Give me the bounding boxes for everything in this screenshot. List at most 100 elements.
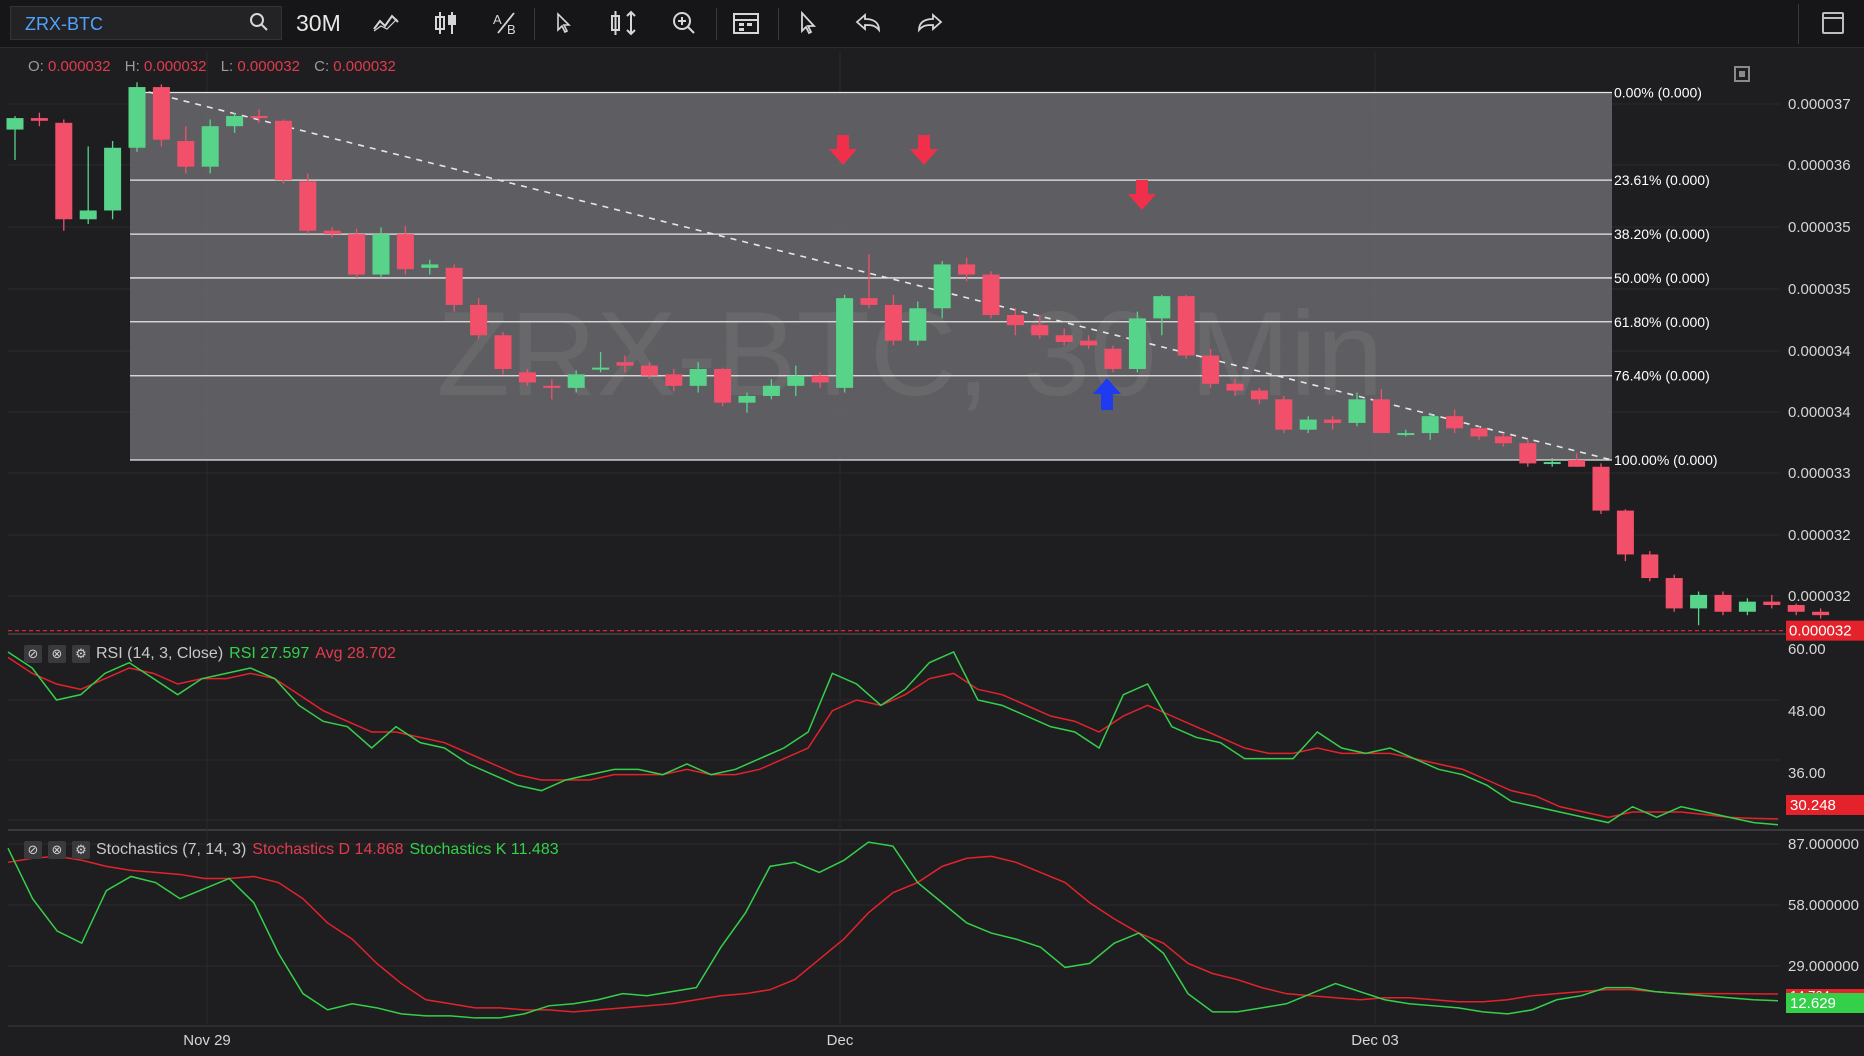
candle-body	[1714, 594, 1732, 612]
candle-body	[860, 298, 878, 305]
candle-body	[640, 365, 658, 376]
stoch-legend: ⊘ ⊗ ⚙ Stochastics (7, 14, 3) Stochastics…	[24, 841, 559, 859]
symbol-search-box[interactable]	[10, 6, 282, 40]
candle-body	[348, 234, 366, 275]
price-axis-label: 0.000034	[1788, 343, 1851, 360]
zoom-icon[interactable]	[666, 6, 702, 40]
open-label: O:	[28, 58, 44, 75]
candle-body	[396, 234, 414, 270]
svg-text:A: A	[493, 12, 502, 27]
rsi-name: RSI (14, 3, Close)	[96, 645, 224, 662]
low-label: L:	[220, 58, 234, 75]
fib-level-label: 61.80% (0.000)	[1614, 314, 1710, 330]
candle-body	[665, 374, 683, 386]
symbol-input[interactable]	[25, 13, 245, 35]
candle-body	[104, 147, 122, 211]
price-axis-label: 0.000032	[1788, 527, 1851, 544]
high-value: 0.000032	[143, 58, 207, 75]
stoch-k-value-label: 12.629	[1790, 995, 1836, 1012]
close-label: C:	[314, 58, 330, 75]
stoch-d-value: Stochastics D 14.868	[252, 841, 404, 858]
candle-body	[1494, 436, 1512, 444]
undo-icon[interactable]	[850, 6, 886, 40]
layout-icon[interactable]	[1822, 12, 1844, 34]
crosshair-icon[interactable]	[546, 6, 582, 40]
candle-body	[1299, 419, 1317, 430]
candle-body	[177, 141, 195, 167]
stoch-axis-label: 87.000000	[1788, 836, 1859, 853]
high-label: H:	[124, 58, 140, 75]
rsi-avg-value: Avg 28.702	[315, 645, 396, 662]
chart-canvas[interactable]: 0.00% (0.000) 23.61% (0.000) 38.20% (0.000…	[0, 48, 1864, 1056]
toolbar-divider	[716, 8, 717, 40]
candle-body	[1055, 335, 1073, 342]
stoch-k-value: Stochastics K 11.483	[409, 841, 559, 858]
open-value: 0.000032	[48, 58, 111, 75]
ohlc-legend: O: 0.000032 H: 0.000032 L: 0.000032 C: 0…	[28, 58, 396, 75]
rsi-axis-label: 60.00	[1788, 641, 1826, 658]
toolbar-divider	[1798, 4, 1799, 44]
price-axis-label: 0.000032	[1788, 588, 1851, 605]
toolbar: 30M AB	[0, 0, 1864, 48]
compare-icon[interactable]: AB	[488, 6, 524, 40]
rsi-legend: ⊘ ⊗ ⚙ RSI (14, 3, Close) RSI 27.597 Avg …	[24, 645, 396, 663]
draw-cursor-icon[interactable]	[790, 6, 826, 40]
candle-body	[616, 362, 634, 366]
candle-body	[518, 372, 536, 383]
watermark: ZRX-BTC, 30 Min	[437, 287, 1384, 421]
toggle-visibility-icon[interactable]: ⊘	[24, 645, 42, 663]
maximize-panel-icon[interactable]	[1734, 66, 1750, 82]
chart-type-icon[interactable]	[428, 6, 464, 40]
candle-body	[1153, 296, 1171, 319]
candle-body	[762, 385, 780, 396]
fib-level-label: 50.00% (0.000)	[1614, 270, 1710, 286]
toggle-visibility-icon[interactable]: ⊘	[24, 841, 42, 859]
fib-level-label: 100.00% (0.000)	[1614, 452, 1718, 468]
candle-body	[909, 308, 927, 341]
candle-body	[250, 116, 268, 119]
price-axis-label: 0.000035	[1788, 281, 1851, 298]
price-axis-label: 0.000036	[1788, 157, 1851, 174]
candle-body	[445, 267, 463, 305]
gear-icon[interactable]: ⚙	[72, 645, 90, 663]
rsi-axis-label: 48.00	[1788, 703, 1826, 720]
search-icon[interactable]	[243, 5, 275, 39]
candle-body	[787, 375, 805, 386]
candle-body	[1202, 355, 1220, 384]
gear-icon[interactable]: ⚙	[72, 841, 90, 859]
candle-body	[1543, 462, 1561, 465]
fib-level-label: 23.61% (0.000)	[1614, 172, 1710, 188]
candle-body	[592, 367, 610, 370]
redo-icon[interactable]	[912, 6, 948, 40]
candle-body	[1128, 318, 1146, 369]
candle-body	[1690, 594, 1708, 609]
scale-icon[interactable]	[606, 6, 642, 40]
indicators-icon[interactable]	[368, 6, 404, 40]
candle-body	[372, 234, 390, 275]
hide-icon[interactable]: ⊗	[48, 841, 66, 859]
candle-body	[1226, 383, 1244, 391]
candle-body	[811, 375, 829, 383]
rsi-value: RSI 27.597	[229, 645, 310, 662]
datetime-icon[interactable]	[728, 6, 764, 40]
candle-body	[1006, 315, 1024, 326]
candle-body	[1665, 578, 1683, 609]
candle-body	[1104, 348, 1122, 369]
stoch-axis-label: 58.000000	[1788, 897, 1859, 914]
candle-body	[567, 374, 585, 388]
candle-body	[79, 210, 97, 220]
interval-selector[interactable]: 30M	[296, 8, 341, 38]
candle-body	[1446, 416, 1464, 429]
candle-body	[55, 122, 73, 220]
rsi-axis-label: 36.00	[1788, 765, 1826, 782]
stoch-axis-label: 29.000000	[1788, 958, 1859, 975]
candle-body	[1275, 399, 1293, 430]
candle-body	[152, 87, 170, 140]
candle-body	[299, 181, 317, 231]
candle-body	[836, 298, 854, 388]
hide-icon[interactable]: ⊗	[48, 645, 66, 663]
fib-level-label: 76.40% (0.000)	[1614, 368, 1710, 384]
toolbar-divider	[534, 8, 535, 40]
candle-body	[1080, 340, 1098, 346]
candle-body	[1568, 460, 1586, 467]
